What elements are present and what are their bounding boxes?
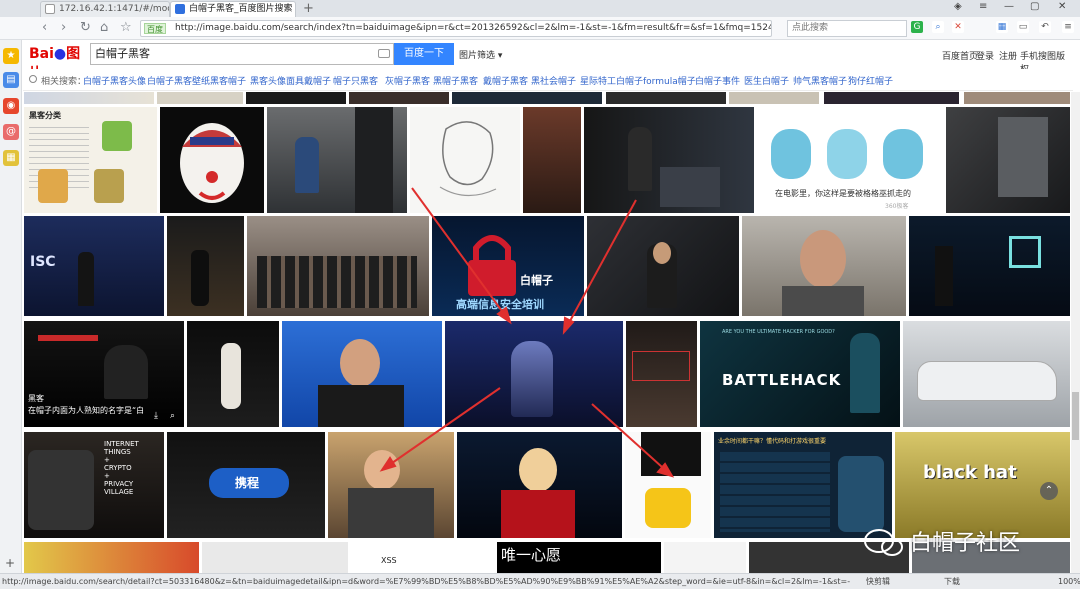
new-tab-button[interactable]: + bbox=[303, 1, 314, 16]
related-item[interactable]: 黑客头像面具戴帽子 bbox=[250, 74, 331, 87]
scrollbar-thumb[interactable] bbox=[1072, 392, 1079, 440]
star-icon[interactable]: ☆ bbox=[120, 20, 132, 36]
navigation-bar: ‹ › ↻ ⌂ ☆ 百度 http://image.baidu.com/sear… bbox=[0, 17, 1080, 40]
related-item[interactable]: 白帽子黑客头像 bbox=[83, 74, 146, 87]
tab-router-admin[interactable]: 172.16.42.1:1471/#/modules/... bbox=[40, 1, 170, 17]
minimize-icon[interactable]: — bbox=[1004, 1, 1014, 12]
watermark-text: 白帽子社区 bbox=[910, 531, 1021, 556]
related-searches-bar: 相关搜索： 白帽子黑客头像 白帽子黑客壁纸 黑客帽子 黑客头像面具戴帽子 帽子只… bbox=[23, 69, 1073, 91]
home-icon[interactable]: ⌂ bbox=[100, 20, 108, 36]
baidu-logo[interactable]: Bai●图片 bbox=[29, 44, 89, 82]
tab-title: 白帽子黑客_百度图片搜索 bbox=[189, 4, 293, 14]
related-item[interactable]: 帽子只黑客 bbox=[333, 74, 378, 87]
extension-icon[interactable]: G bbox=[911, 21, 923, 33]
related-item[interactable]: 星际特工白帽子 bbox=[580, 74, 643, 87]
favorites-icon[interactable]: ★ bbox=[3, 48, 19, 64]
link-register[interactable]: 注册 bbox=[999, 49, 1017, 62]
link-login[interactable]: 登录 bbox=[976, 49, 994, 62]
apps-icon[interactable]: ▦ bbox=[996, 21, 1008, 33]
baidu-paw-icon bbox=[175, 4, 185, 14]
status-bar: http://image.baidu.com/search/detail?ct=… bbox=[0, 573, 1080, 589]
sidebar-add-icon[interactable]: + bbox=[5, 556, 15, 570]
browser-window: ★ ▤ ◉ @ ▦ + e 172.16.42.1:1471/#/modules… bbox=[0, 0, 1080, 589]
back-to-top-button[interactable]: ⌃ bbox=[1040, 482, 1058, 500]
forward-icon[interactable]: › bbox=[61, 20, 66, 36]
notes-icon[interactable]: ▦ bbox=[3, 150, 19, 166]
tab-baidu-images[interactable]: 白帽子黑客_百度图片搜索 ✕ bbox=[170, 1, 296, 17]
wechat-watermark: 白帽子社区 bbox=[862, 525, 1062, 559]
related-item[interactable]: 黑客帽子 bbox=[210, 74, 246, 87]
menu-icon[interactable]: ≡ bbox=[979, 1, 987, 12]
search-icon[interactable]: ⌕ bbox=[932, 21, 944, 33]
search-icon bbox=[29, 75, 37, 83]
search-input[interactable]: 白帽子黑客 bbox=[90, 43, 394, 65]
annotation-arrows bbox=[379, 187, 675, 478]
related-item[interactable]: 戴帽子黑客 bbox=[483, 74, 528, 87]
wechat-icon bbox=[864, 529, 903, 556]
browser-search-input[interactable]: 点此搜索 bbox=[787, 20, 907, 37]
address-text: http://image.baidu.com/search/index?tn=b… bbox=[175, 23, 772, 33]
download-button[interactable]: 下载 bbox=[944, 574, 960, 589]
maximize-icon[interactable]: ▢ bbox=[1030, 1, 1039, 12]
related-item[interactable]: 灰帽子黑客 bbox=[385, 74, 430, 87]
related-item[interactable]: 狗仔红帽子 bbox=[848, 74, 893, 87]
weibo-icon[interactable]: ◉ bbox=[3, 98, 19, 114]
back-icon[interactable]: ‹ bbox=[42, 20, 47, 36]
status-url: http://image.baidu.com/search/detail?ct=… bbox=[2, 577, 850, 586]
reload-icon[interactable]: ↻ bbox=[80, 20, 91, 36]
image-results-grid: 黑客分类 在电影里，你这样是要被格格巫抓走的 360极客 ISC 白帽子 高端信… bbox=[24, 92, 1070, 573]
quick-clip-button[interactable]: 快剪辑 bbox=[866, 574, 890, 589]
baidu-search-header: Bai●图片 白帽子黑客 百度一下 图片筛选 ▾ 百度首页 登录 注册 手机搜图… bbox=[23, 40, 1073, 82]
undo-icon[interactable]: ↶ bbox=[1039, 21, 1051, 33]
related-item[interactable]: 黑社会帽子 bbox=[531, 74, 576, 87]
related-item[interactable]: 医生白帽子 bbox=[744, 74, 789, 87]
vertical-scrollbar[interactable] bbox=[1071, 92, 1080, 573]
related-label: 相关搜索： bbox=[41, 77, 87, 87]
related-item[interactable]: formula帽子 bbox=[643, 74, 696, 87]
skin-icon[interactable]: ◈ bbox=[954, 1, 962, 12]
note-icon[interactable]: ▭ bbox=[1017, 21, 1029, 33]
more-icon[interactable]: ≡ bbox=[1062, 21, 1074, 33]
search-button[interactable]: 百度一下 bbox=[394, 43, 454, 65]
history-icon[interactable]: ▤ bbox=[3, 72, 19, 88]
related-item[interactable]: 白帽子事件 bbox=[695, 74, 740, 87]
related-item[interactable]: 白帽子黑客壁纸 bbox=[147, 74, 210, 87]
related-item[interactable]: 黑帽子黑客 bbox=[433, 74, 478, 87]
zoom-level[interactable]: 100% bbox=[1058, 574, 1080, 589]
address-bar[interactable]: 百度 http://image.baidu.com/search/index?t… bbox=[140, 20, 772, 37]
close-window-icon[interactable]: ✕ bbox=[1058, 1, 1066, 12]
mail-icon[interactable]: @ bbox=[3, 124, 19, 140]
left-sidebar: ★ ▤ ◉ @ ▦ + bbox=[0, 0, 22, 573]
page-icon bbox=[45, 4, 55, 14]
camera-icon[interactable] bbox=[378, 49, 390, 58]
tab-strip: 172.16.42.1:1471/#/modules/... 白帽子黑客_百度图… bbox=[0, 0, 1080, 17]
close-tab-icon[interactable]: ✕ bbox=[283, 2, 291, 16]
security-icon[interactable]: ✕ bbox=[952, 21, 964, 33]
tab-title: 172.16.42.1:1471/#/modules/... bbox=[59, 4, 170, 14]
image-filter-link[interactable]: 图片筛选 ▾ bbox=[459, 48, 502, 61]
secure-badge: 百度 bbox=[144, 23, 166, 34]
related-item[interactable]: 帅气黑客帽子 bbox=[793, 74, 847, 87]
link-baidu-home[interactable]: 百度首页 bbox=[942, 49, 978, 62]
